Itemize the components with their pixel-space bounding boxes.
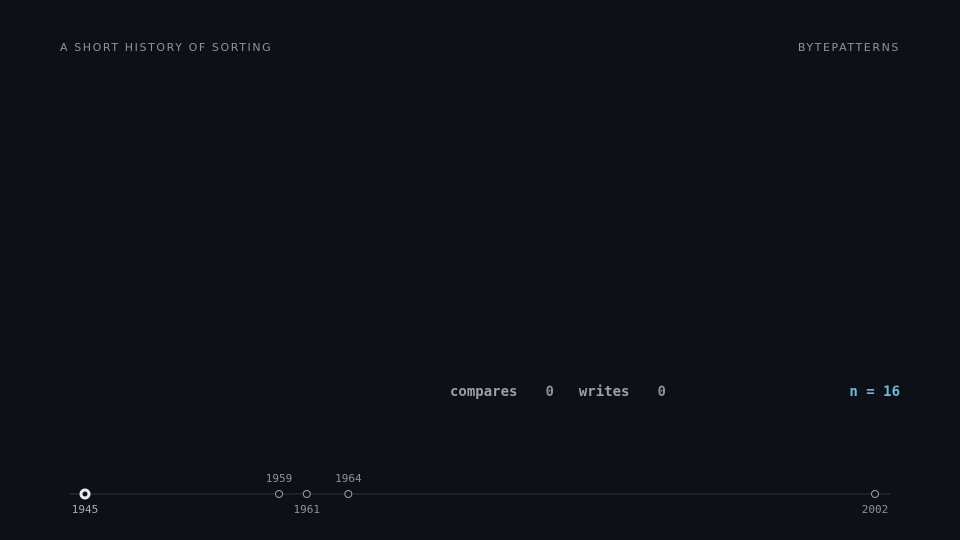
compares-value: 0 [545,384,554,400]
timeline-marker-2002[interactable] [871,490,879,498]
timeline-year-label[interactable]: 1961 [294,503,321,516]
writes-label: writes [578,384,630,400]
n-readout: n = 16 [849,384,900,400]
timeline-marker-1961[interactable] [302,490,311,498]
timeline-track [70,488,890,500]
timeline-year-label[interactable]: 2002 [862,503,889,516]
timeline-year-label[interactable]: 1945 [72,503,99,516]
writes-value: 0 [657,384,666,400]
timeline-year-label[interactable]: 1959 [266,472,293,485]
stats-readout: compares 0 writes 0 [450,384,666,400]
timeline-marker-1959[interactable] [275,490,284,498]
timeline-marker-1964[interactable] [344,490,353,498]
timeline-marker-1945[interactable] [79,488,91,500]
timeline[interactable]: 1945 1959 1961 1964 2002 [0,460,960,530]
timeline-year-label[interactable]: 1964 [335,472,362,485]
page-title: A SHORT HISTORY OF SORTING [60,41,273,54]
compares-label: compares [450,384,518,400]
brand-label: BYTEPATTERNS [797,41,900,54]
